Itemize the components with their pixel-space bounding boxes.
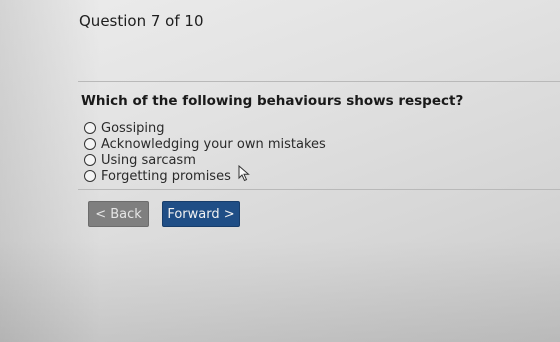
radio-button[interactable] xyxy=(84,170,96,182)
option-label: Gossiping xyxy=(101,120,165,136)
radio-button[interactable] xyxy=(84,138,96,150)
back-button[interactable]: < Back xyxy=(88,201,149,227)
radio-button[interactable] xyxy=(84,122,96,134)
answer-options: Gossiping Acknowledging your own mistake… xyxy=(84,120,326,184)
bottom-divider xyxy=(78,189,560,190)
question-counter: Question 7 of 10 xyxy=(79,12,204,30)
radio-button[interactable] xyxy=(84,154,96,166)
option-using-sarcasm[interactable]: Using sarcasm xyxy=(84,152,326,168)
mouse-pointer-icon xyxy=(238,165,250,182)
question-text: Which of the following behaviours shows … xyxy=(81,93,464,109)
option-label: Using sarcasm xyxy=(101,152,196,168)
option-forgetting-promises[interactable]: Forgetting promises xyxy=(84,168,326,184)
option-acknowledging-mistakes[interactable]: Acknowledging your own mistakes xyxy=(84,136,326,152)
forward-button[interactable]: Forward > xyxy=(162,201,240,227)
option-gossiping[interactable]: Gossiping xyxy=(84,120,326,136)
top-divider xyxy=(78,81,560,82)
option-label: Acknowledging your own mistakes xyxy=(101,136,326,152)
option-label: Forgetting promises xyxy=(101,168,231,184)
